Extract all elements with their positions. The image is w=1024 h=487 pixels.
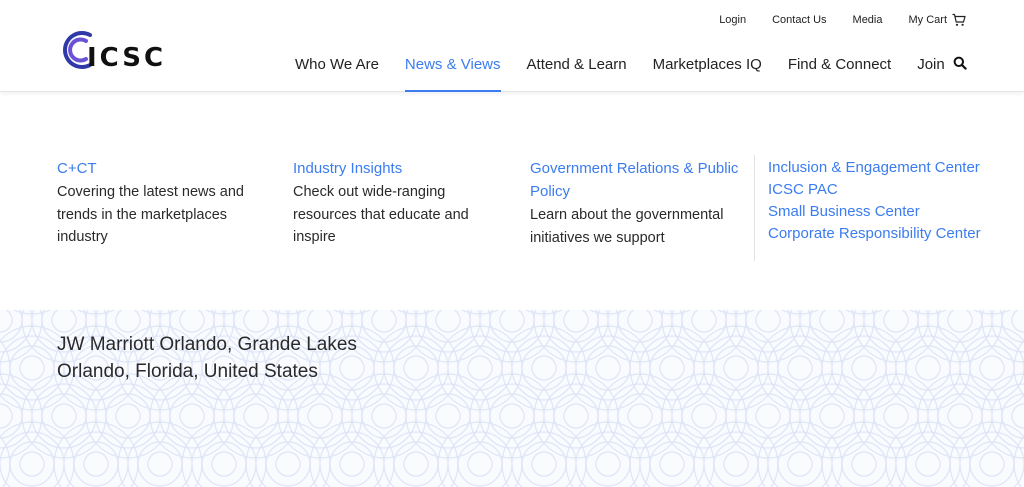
- venue-section: JW Marriott Orlando, Grande Lakes Orland…: [0, 310, 1024, 487]
- contact-us-link[interactable]: Contact Us: [772, 14, 826, 26]
- mega-column-industry-insights: Industry Insights Check out wide-ranging…: [293, 157, 493, 249]
- main-nav: Who We Are News & Views Attend & Learn M…: [282, 52, 958, 92]
- media-label: Media: [852, 14, 883, 26]
- media-link[interactable]: Media: [853, 14, 883, 26]
- venue-name: JW Marriott Orlando, Grande Lakes: [57, 334, 357, 355]
- login-label: Login: [719, 14, 747, 26]
- venue-location: Orlando, Florida, United States: [57, 361, 318, 382]
- government-relations-link[interactable]: Government Relations & Public Policy: [530, 157, 745, 203]
- search-icon[interactable]: [953, 56, 967, 70]
- nav-join[interactable]: Join: [904, 52, 958, 92]
- government-relations-description: Learn about the governmental initiatives…: [530, 207, 724, 246]
- logo-text: ICSC: [87, 43, 167, 73]
- nav-news-views[interactable]: News & Views: [392, 52, 514, 92]
- industry-insights-link[interactable]: Industry Insights: [293, 157, 493, 180]
- cct-description: Covering the latest news and trends in t…: [57, 184, 244, 245]
- nav-find-connect[interactable]: Find & Connect: [775, 52, 904, 92]
- mega-column-government-relations: Government Relations & Public Policy Lea…: [530, 157, 745, 249]
- corporate-responsibility-center-link[interactable]: Corporate Responsibility Center: [768, 223, 1008, 245]
- mega-column-links: Inclusion & Engagement Center ICSC PAC S…: [768, 157, 1008, 245]
- icsc-logo[interactable]: ICSC: [56, 27, 166, 75]
- news-views-mega-menu: C+CT Covering the latest news and trends…: [0, 93, 1024, 310]
- login-link[interactable]: Login: [719, 14, 746, 26]
- contact-us-label: Contact Us: [772, 14, 827, 26]
- icsc-pac-link[interactable]: ICSC PAC: [768, 179, 1008, 201]
- utility-nav: Login Contact Us Media My Cart: [719, 13, 966, 27]
- nav-attend-learn[interactable]: Attend & Learn: [514, 52, 640, 92]
- my-cart-link[interactable]: My Cart: [909, 13, 967, 27]
- my-cart-label: My Cart: [908, 14, 948, 26]
- nav-marketplaces-iq[interactable]: Marketplaces IQ: [640, 52, 775, 92]
- column-divider: [754, 155, 755, 261]
- nav-who-we-are[interactable]: Who We Are: [282, 52, 392, 92]
- cart-icon: [952, 13, 966, 26]
- cct-link[interactable]: C+CT: [57, 157, 257, 180]
- small-business-center-link[interactable]: Small Business Center: [768, 201, 1008, 223]
- inclusion-engagement-center-link[interactable]: Inclusion & Engagement Center: [768, 157, 1008, 179]
- industry-insights-description: Check out wide-ranging resources that ed…: [293, 184, 469, 245]
- mega-column-cct: C+CT Covering the latest news and trends…: [57, 157, 257, 249]
- venue-info: JW Marriott Orlando, Grande Lakes Orland…: [57, 331, 357, 385]
- site-header: ICSC Login Contact Us Media My Cart Who …: [0, 0, 1024, 92]
